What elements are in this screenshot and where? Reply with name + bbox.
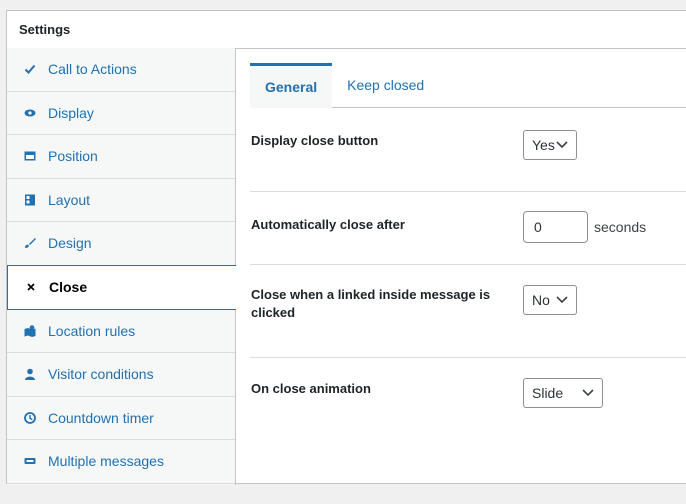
sidebar-item-label: Visitor conditions <box>48 366 154 383</box>
eye-icon <box>23 106 37 120</box>
chevron-down-icon <box>556 296 568 304</box>
sidebar-item-visitor-conditions[interactable]: Visitor conditions <box>7 353 235 397</box>
sidebar-item-label: Countdown timer <box>48 409 154 426</box>
sidebar-item-label: Call to Actions <box>48 61 137 78</box>
sidebar-item-label: Location rules <box>48 322 136 339</box>
sidebar-item-label: Position <box>48 148 98 165</box>
close-animation-select[interactable]: Slide <box>523 378 603 408</box>
sidebar-item-label: Layout <box>48 191 91 208</box>
sidebar-item-call-to-actions[interactable]: Call to Actions <box>7 48 235 92</box>
sidebar-item-display[interactable]: Display <box>7 92 235 135</box>
messages-icon <box>23 454 37 468</box>
settings-panel: Settings Call to Actions Display Positio… <box>6 10 686 485</box>
setting-row-display-close-button: Display close button Yes <box>250 108 686 192</box>
position-icon <box>23 149 37 163</box>
location-icon <box>23 324 37 338</box>
brush-icon <box>23 236 37 250</box>
user-icon <box>23 367 37 381</box>
setting-row-auto-close: Automatically close after 0 seconds <box>250 191 686 265</box>
input-value: 0 <box>534 219 542 235</box>
tab-bar: General Keep closed <box>250 63 686 108</box>
sidebar-item-label: Design <box>48 235 92 252</box>
panel-title: Settings <box>7 11 686 49</box>
tab-general[interactable]: General <box>250 63 333 108</box>
settings-sidebar: Call to Actions Display Position Layout … <box>7 48 236 485</box>
close-animation-label: On close animation <box>251 381 371 396</box>
sidebar-item-layout[interactable]: Layout <box>7 179 235 222</box>
sidebar-item-label: Multiple messages <box>48 453 164 470</box>
close-linked-label: Close when a linked inside message is cl… <box>251 287 491 320</box>
sidebar-item-position[interactable]: Position <box>7 135 235 179</box>
display-close-button-select[interactable]: Yes <box>523 130 577 160</box>
chevron-down-icon <box>556 141 568 149</box>
auto-close-unit: seconds <box>594 219 647 235</box>
display-close-button-label: Display close button <box>251 133 379 148</box>
tab-keep-closed[interactable]: Keep closed <box>332 63 439 107</box>
select-value: Yes <box>532 137 555 153</box>
close-icon <box>24 280 38 294</box>
sidebar-item-close[interactable]: Close <box>7 264 236 310</box>
layout-icon <box>23 193 37 207</box>
checkmark-icon <box>23 62 37 76</box>
sidebar-item-countdown-timer[interactable]: Countdown timer <box>7 397 235 440</box>
auto-close-seconds-input[interactable]: 0 <box>523 211 588 243</box>
settings-main: General Keep closed Display close button… <box>236 48 686 483</box>
setting-row-close-linked: Close when a linked inside message is cl… <box>250 264 686 358</box>
sidebar-item-design[interactable]: Design <box>7 222 235 266</box>
sidebar-item-location-rules[interactable]: Location rules <box>7 310 235 353</box>
sidebar-item-label: Display <box>48 104 94 121</box>
sidebar-item-multiple-messages[interactable]: Multiple messages <box>7 440 235 484</box>
setting-row-close-animation: On close animation Slide <box>250 357 686 437</box>
auto-close-label: Automatically close after <box>251 217 405 232</box>
select-value: No <box>532 292 550 308</box>
close-linked-select[interactable]: No <box>523 285 577 315</box>
clock-icon <box>23 411 37 425</box>
select-value: Slide <box>532 385 564 401</box>
sidebar-item-label: Close <box>49 279 88 295</box>
chevron-down-icon <box>582 389 594 397</box>
